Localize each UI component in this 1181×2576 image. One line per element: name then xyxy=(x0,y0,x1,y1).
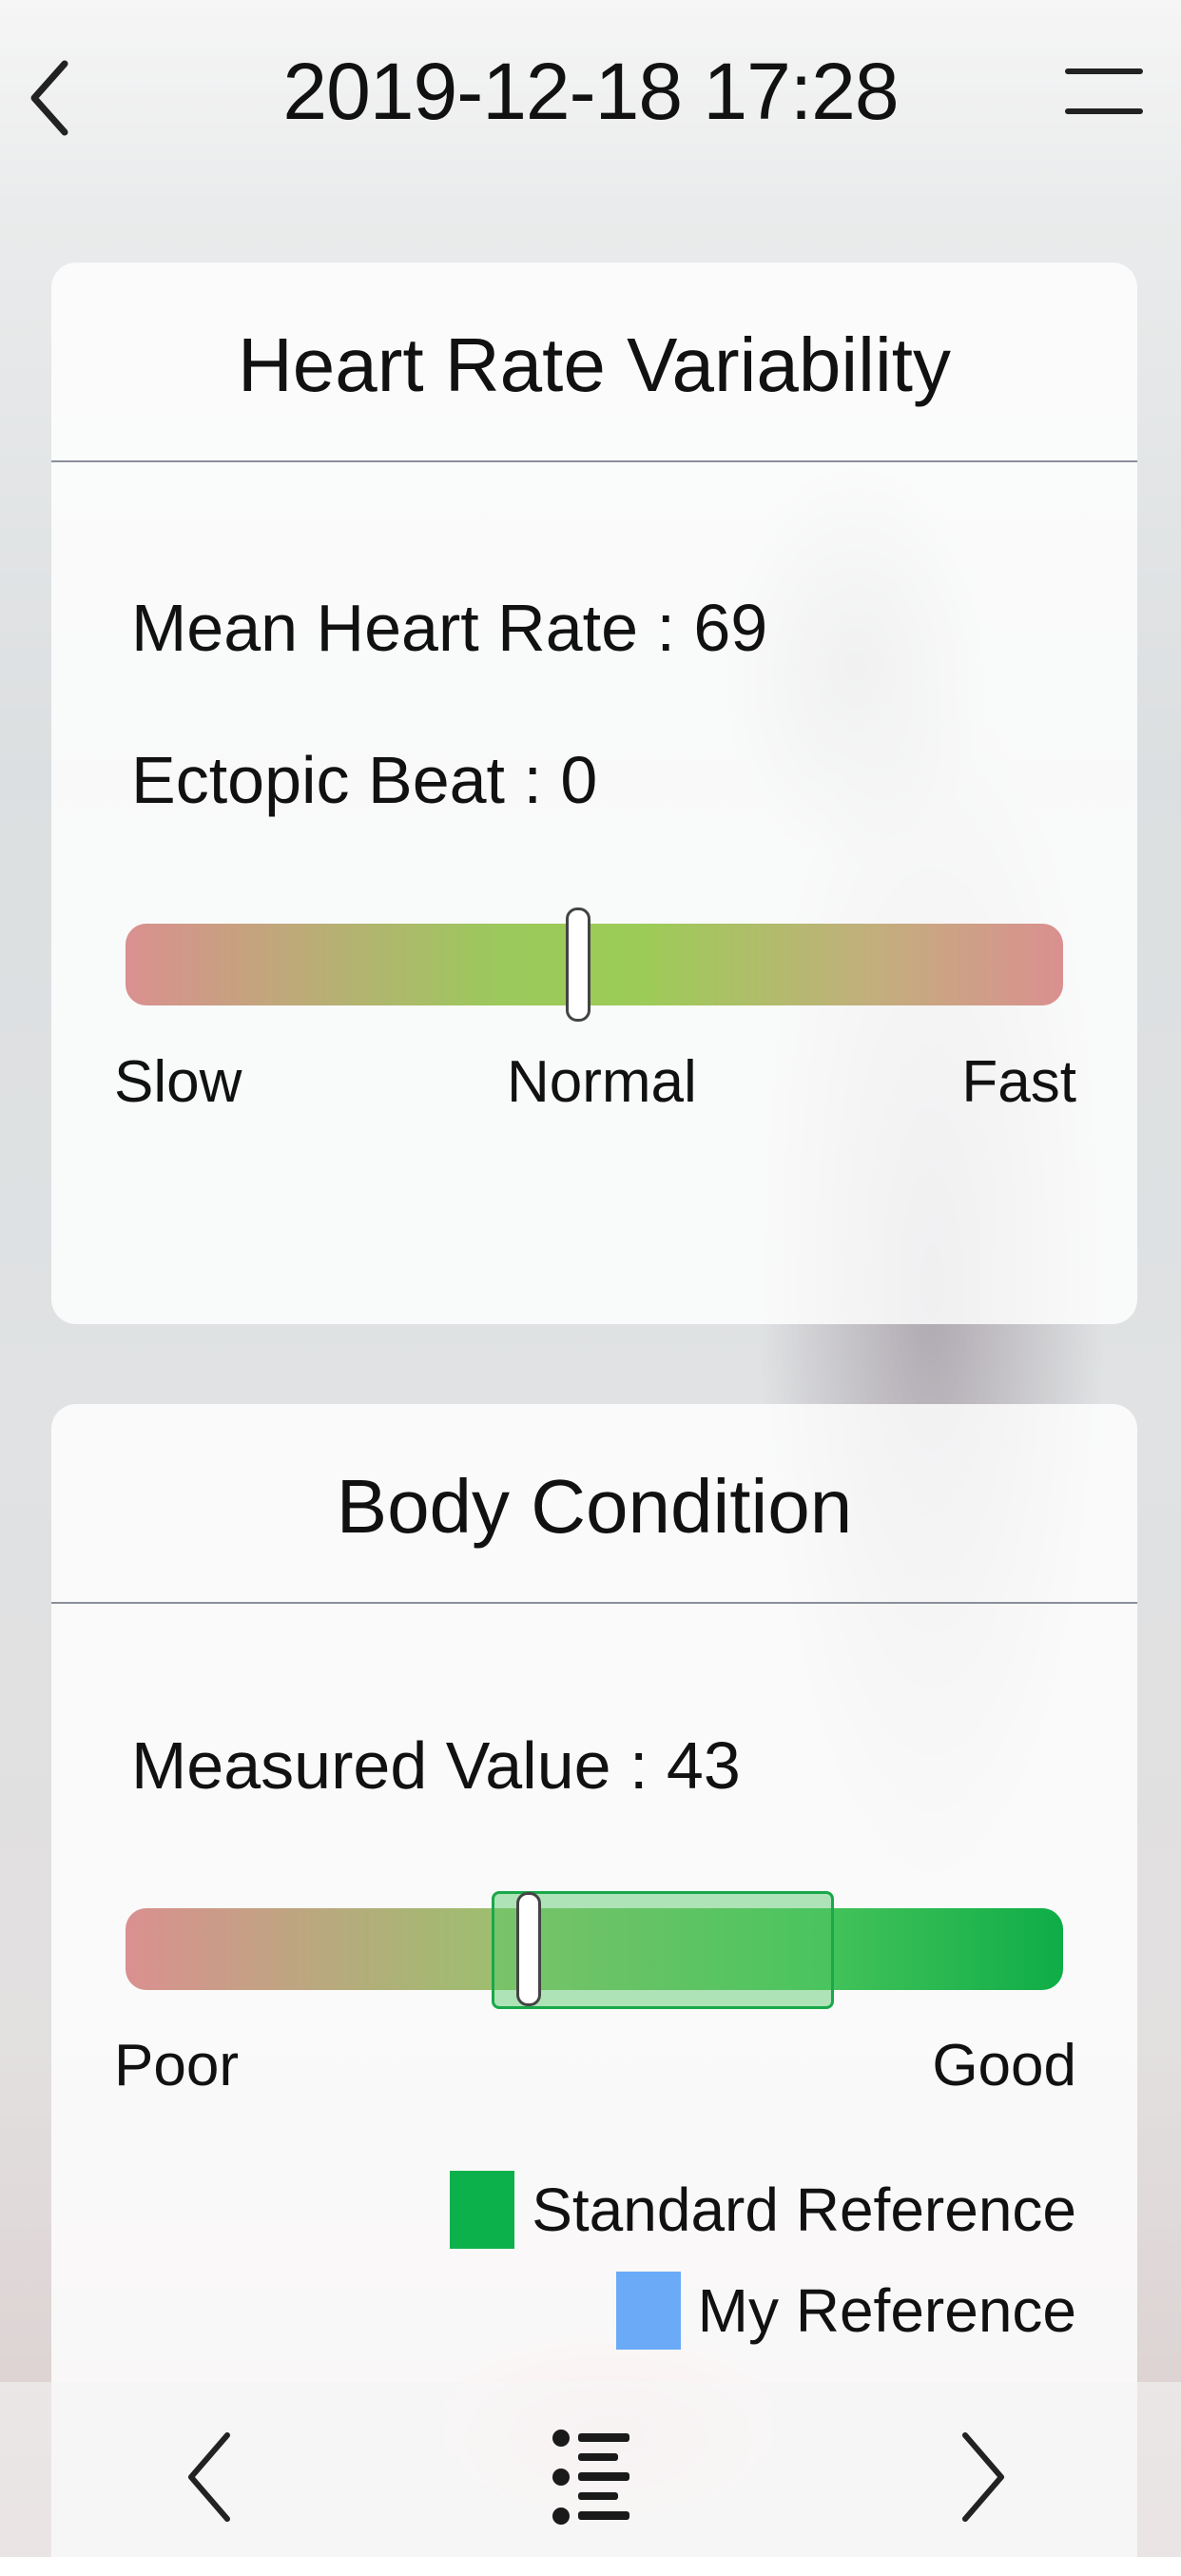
scale-label-good: Good xyxy=(932,2033,1076,2098)
next-button[interactable] xyxy=(936,2420,1031,2534)
hrv-scale-indicator xyxy=(566,907,591,1022)
divider xyxy=(51,460,1137,462)
body-scale-indicator xyxy=(515,1892,541,2006)
measured-value: Measured Value : 43 xyxy=(131,1728,741,1803)
scale-label-slow: Slow xyxy=(114,1049,242,1115)
scale-label-normal: Normal xyxy=(507,1049,697,1115)
page-title: 2019-12-18 17:28 xyxy=(282,47,899,136)
chevron-left-icon xyxy=(188,2432,230,2522)
ectopic-beat: Ectopic Beat : 0 xyxy=(131,743,598,817)
legend-swatch-standard xyxy=(450,2171,515,2249)
menu-button[interactable] xyxy=(1057,63,1143,120)
hrv-card-title: Heart Rate Variability xyxy=(238,322,951,407)
legend-standard-reference: Standard Reference xyxy=(450,2171,1076,2249)
list-button[interactable] xyxy=(544,2420,639,2534)
hrv-card: Heart Rate Variability Mean Heart Rate :… xyxy=(51,263,1137,1324)
menu-icon-line xyxy=(1065,108,1143,114)
mean-heart-rate: Mean Heart Rate : 69 xyxy=(131,591,768,665)
menu-icon xyxy=(1065,68,1143,74)
list-icon xyxy=(552,2430,629,2525)
standard-reference-range xyxy=(491,1891,835,2009)
body-scale-bar xyxy=(126,1891,1063,2009)
previous-button[interactable] xyxy=(162,2420,257,2534)
legend-my-reference: My Reference xyxy=(615,2272,1076,2350)
chevron-right-icon xyxy=(962,2432,1004,2522)
legend-label-standard: Standard Reference xyxy=(532,2176,1076,2244)
scale-label-poor: Poor xyxy=(114,2033,239,2098)
divider xyxy=(51,1602,1137,1604)
legend-label-my: My Reference xyxy=(697,2276,1076,2345)
hrv-scale-bar xyxy=(126,907,1063,1022)
scale-label-fast: Fast xyxy=(961,1049,1076,1115)
bottom-navigation xyxy=(0,2382,1181,2557)
body-card-title: Body Condition xyxy=(336,1464,853,1549)
legend-swatch-my xyxy=(615,2272,681,2350)
top-bar: 2019-12-18 17:28 xyxy=(0,0,1181,181)
